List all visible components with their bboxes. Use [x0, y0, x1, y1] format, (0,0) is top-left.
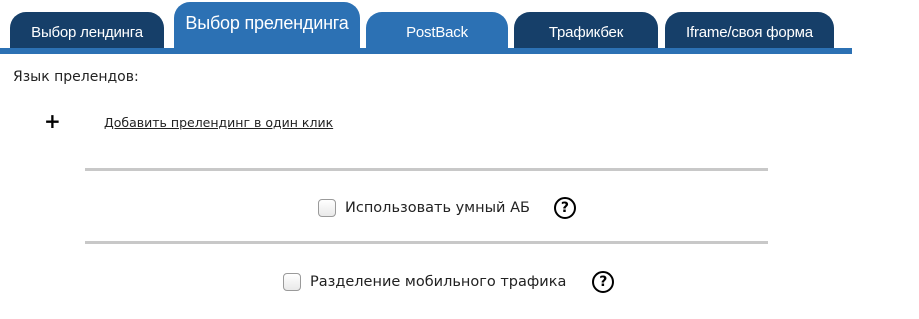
- tab-bar: Выбор лендинга PostBack Трафикбек Iframe…: [0, 0, 919, 56]
- smart-ab-label: Использовать умный АБ: [345, 200, 530, 216]
- mobile-traffic-split-label: Разделение мобильного трафика: [310, 274, 567, 290]
- mobile-traffic-split-option: Разделение мобильного трафика ?: [283, 270, 615, 294]
- add-prelanding-link[interactable]: Добавить прелендинг в один клик: [104, 115, 333, 130]
- tab-iframe-own-form[interactable]: Iframe/своя форма: [665, 12, 834, 50]
- tab-prelanding-select[interactable]: Выбор прелендинга: [174, 2, 360, 52]
- prelanding-language-label: Язык прелендов:: [13, 69, 139, 85]
- divider: [85, 168, 768, 171]
- smart-ab-checkbox[interactable]: [318, 199, 336, 217]
- plus-icon[interactable]: +: [44, 111, 61, 131]
- question-circle-icon[interactable]: ?: [553, 197, 576, 219]
- tab-landing-select[interactable]: Выбор лендинга: [10, 12, 164, 50]
- question-circle-icon[interactable]: ?: [592, 271, 615, 293]
- mobile-traffic-split-checkbox[interactable]: [283, 273, 301, 291]
- divider: [85, 241, 768, 244]
- smart-ab-option: Использовать умный АБ ?: [318, 196, 576, 220]
- tab-postback[interactable]: PostBack: [366, 12, 508, 50]
- tab-underline: [0, 48, 852, 54]
- tab-trafficback[interactable]: Трафикбек: [514, 12, 658, 50]
